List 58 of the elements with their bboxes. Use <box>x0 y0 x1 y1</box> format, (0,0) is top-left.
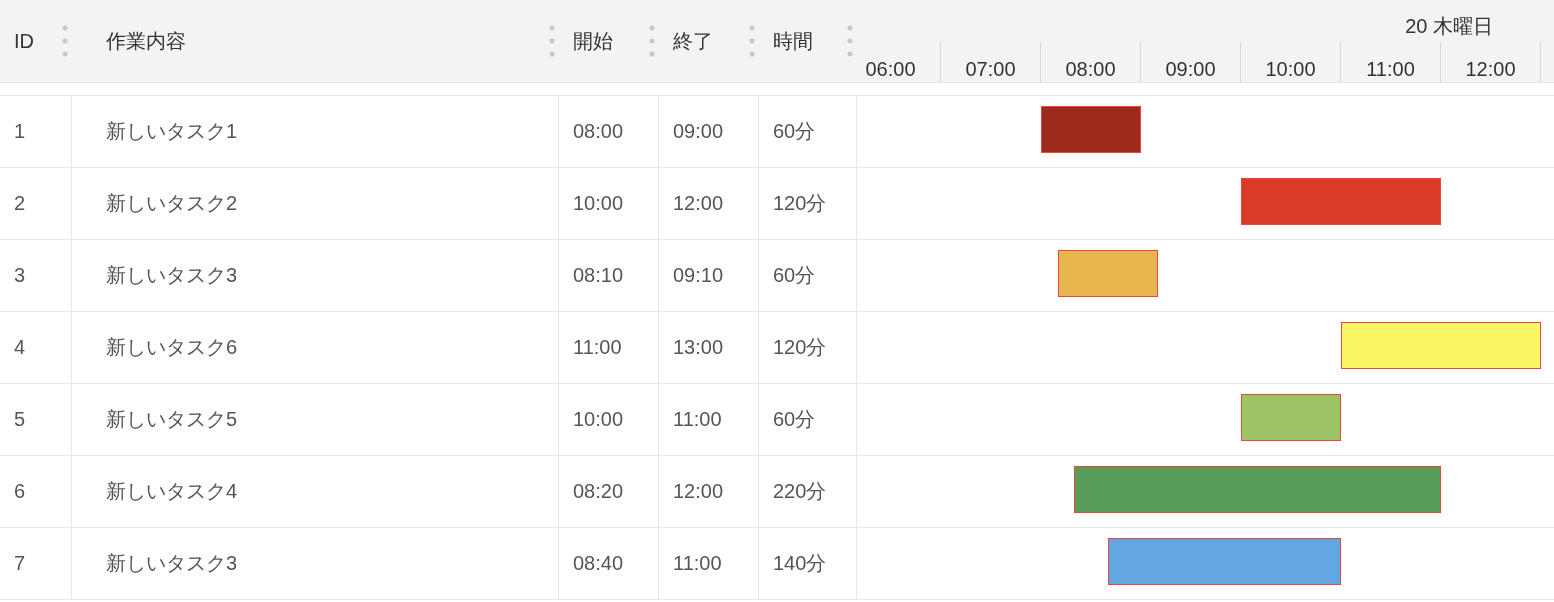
table-cell: 11:00 <box>659 528 759 599</box>
hour-label: 08:00 <box>1041 42 1141 82</box>
table-cell: 11:00 <box>559 312 659 383</box>
column-header: 開始 <box>573 28 613 54</box>
task-bar[interactable] <box>1041 106 1141 153</box>
table-cell: 120分 <box>759 312 857 383</box>
table-cell: 4 <box>0 312 72 383</box>
table-cell: 新しいタスク3 <box>72 528 559 599</box>
table-cell: 08:00 <box>559 96 659 167</box>
table-cell: 5 <box>0 384 72 455</box>
hour-label: 10:00 <box>1241 42 1341 82</box>
column-header: 終了 <box>673 28 713 54</box>
table-cell: 新しいタスク6 <box>72 312 559 383</box>
table-cell: 新しいタスク1 <box>72 96 559 167</box>
drag-handle-icon[interactable] <box>62 24 68 58</box>
hour-label: 12:00 <box>1441 42 1541 82</box>
table-cell: 60分 <box>759 96 857 167</box>
date-label: 20 木曜日 <box>1405 14 1493 39</box>
table-cell: 08:40 <box>559 528 659 599</box>
hour-label: 09:00 <box>1141 42 1241 82</box>
table-cell: 08:10 <box>559 240 659 311</box>
table-cell: 12:00 <box>659 456 759 527</box>
table-cell: 09:10 <box>659 240 759 311</box>
hour-label: 06:00 <box>857 42 941 82</box>
column-header: 時間 <box>773 28 813 54</box>
table-cell: 09:00 <box>659 96 759 167</box>
table-cell: 2 <box>0 168 72 239</box>
table-cell: 60分 <box>759 384 857 455</box>
task-bar[interactable] <box>1341 322 1541 369</box>
table-cell: 11:00 <box>659 384 759 455</box>
table-cell: 新しいタスク4 <box>72 456 559 527</box>
table-cell: 新しいタスク3 <box>72 240 559 311</box>
table-cell: 10:00 <box>559 168 659 239</box>
table-cell: 13:00 <box>659 312 759 383</box>
table-cell: 10:00 <box>559 384 659 455</box>
hour-label: 07:00 <box>941 42 1041 82</box>
table-cell: 新しいタスク2 <box>72 168 559 239</box>
table-cell: 12:00 <box>659 168 759 239</box>
table-cell: 新しいタスク5 <box>72 384 559 455</box>
task-bar[interactable] <box>1057 250 1158 297</box>
table-cell: 120分 <box>759 168 857 239</box>
task-bar[interactable] <box>1107 538 1341 585</box>
task-bar[interactable] <box>1241 394 1341 441</box>
table-cell: 1 <box>0 96 72 167</box>
drag-handle-icon[interactable] <box>847 24 853 58</box>
table-cell: 7 <box>0 528 72 599</box>
table-cell: 3 <box>0 240 72 311</box>
table-cell: 220分 <box>759 456 857 527</box>
column-header: 作業内容 <box>106 28 186 54</box>
table-cell: 60分 <box>759 240 857 311</box>
hour-label: 11:00 <box>1341 42 1441 82</box>
drag-handle-icon[interactable] <box>749 24 755 58</box>
table-cell: 6 <box>0 456 72 527</box>
column-header: ID <box>14 29 34 53</box>
table-cell: 08:20 <box>559 456 659 527</box>
drag-handle-icon[interactable] <box>649 24 655 58</box>
drag-handle-icon[interactable] <box>549 24 555 58</box>
table-cell: 140分 <box>759 528 857 599</box>
